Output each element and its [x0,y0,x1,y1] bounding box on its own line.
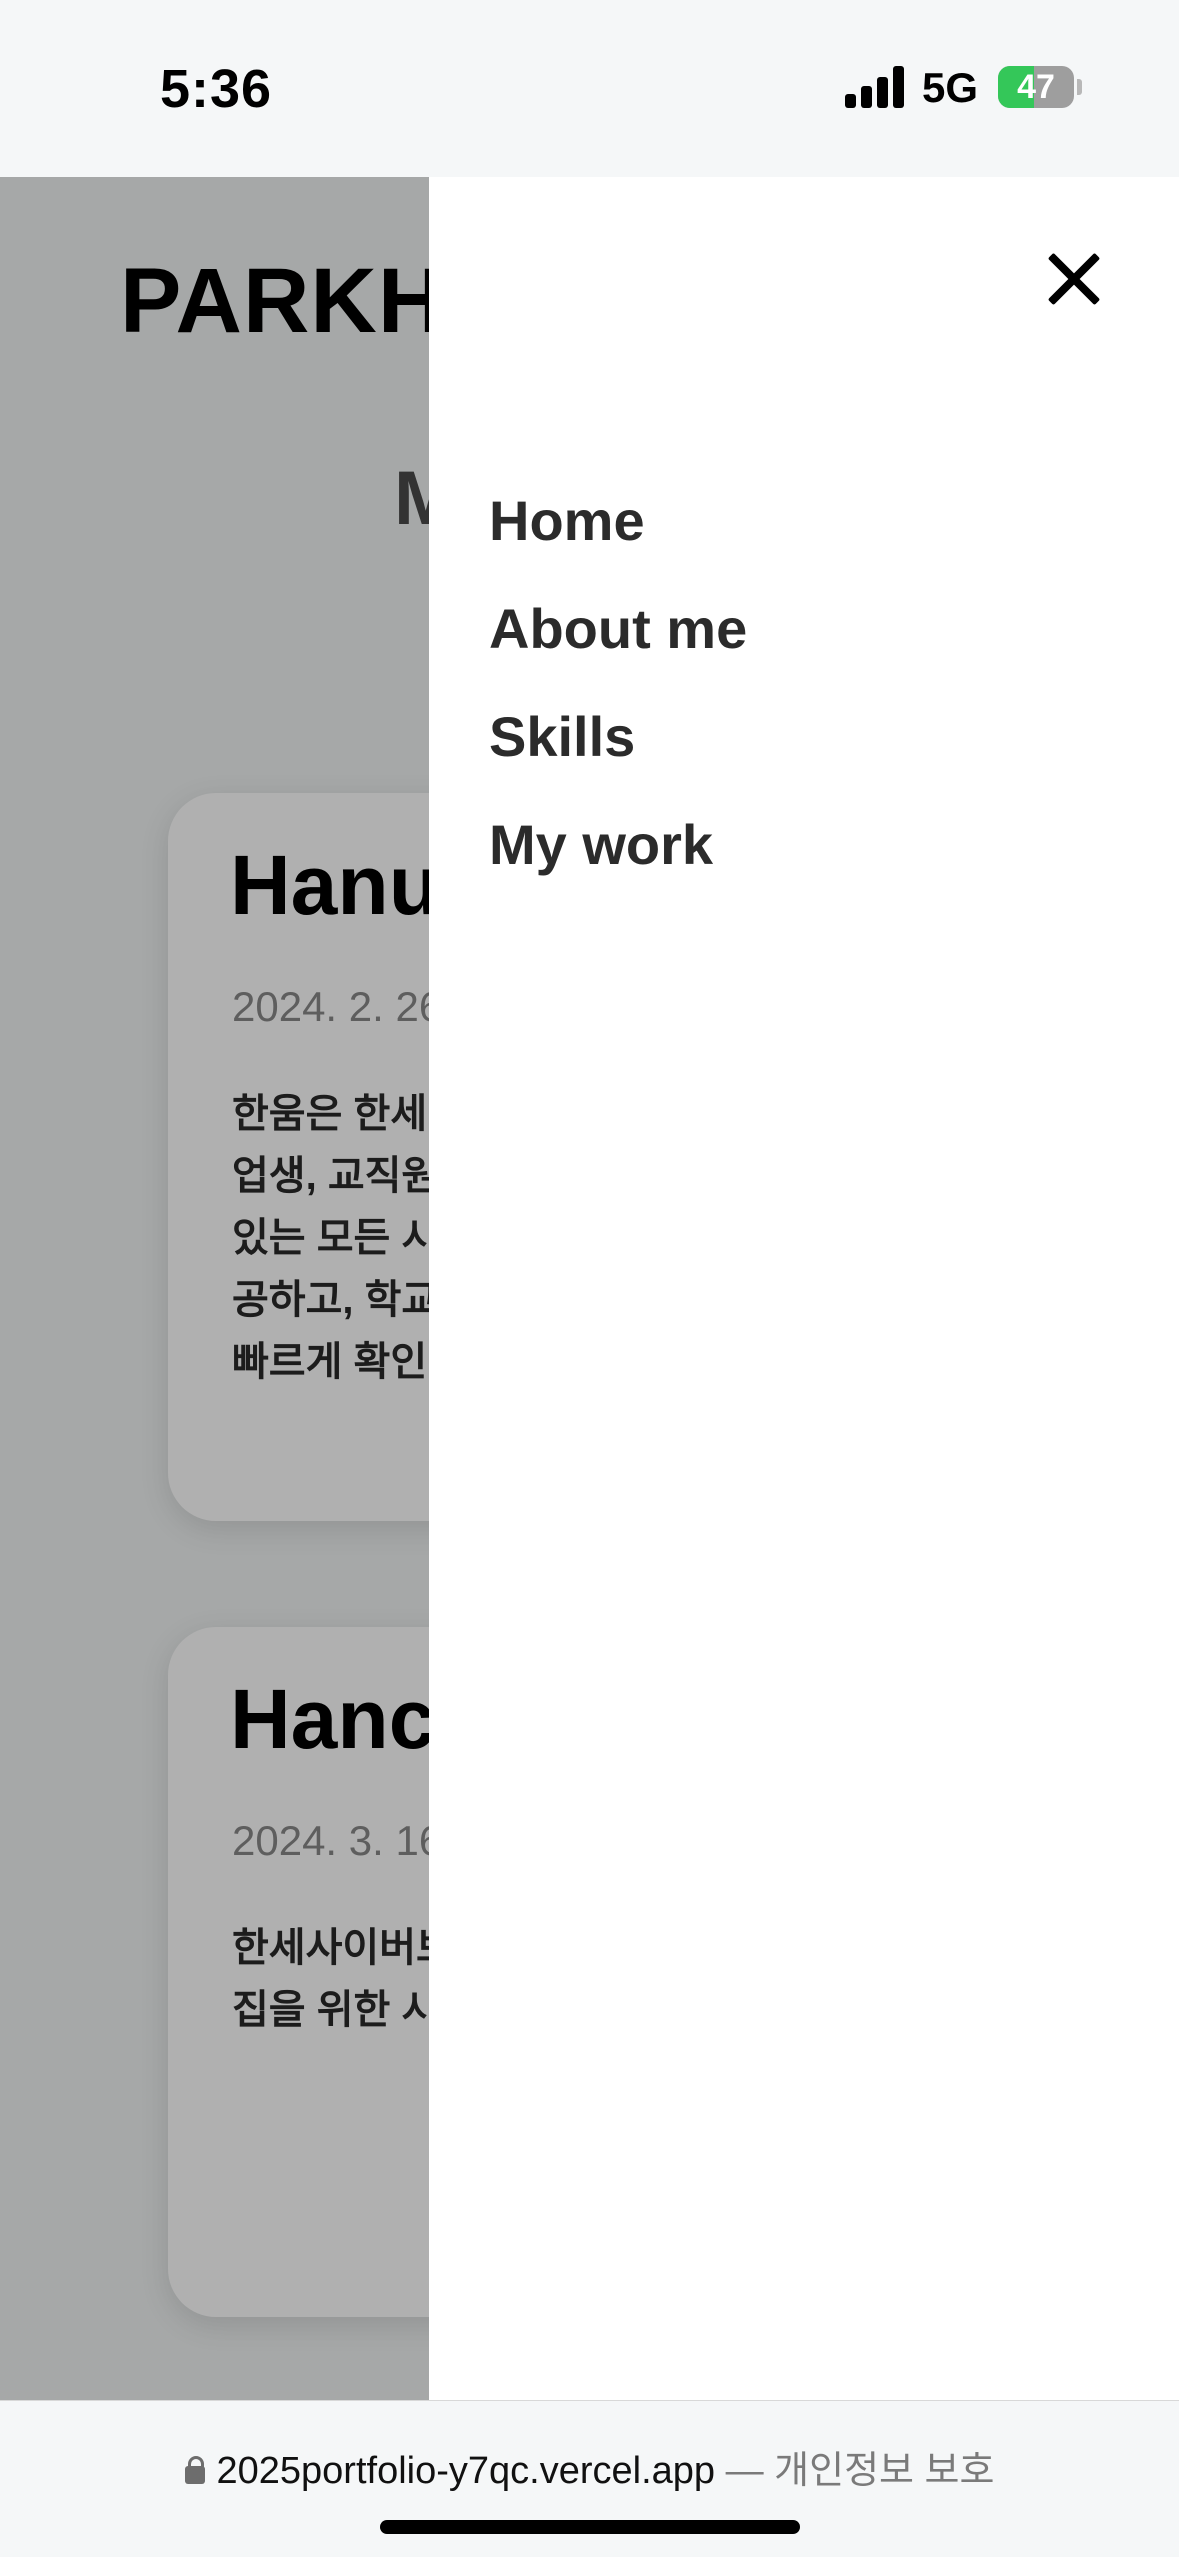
network-type: 5G [922,64,979,111]
lock-icon [184,2456,205,2484]
menu-item-home[interactable]: Home [489,467,747,575]
url-row[interactable]: 2025portfolio-y7qc.vercel.app — 개인정보 보호 [0,2439,1179,2494]
battery-icon: 47 [998,66,1074,108]
close-icon[interactable] [1047,252,1101,306]
home-indicator[interactable] [380,2520,800,2534]
menu-item-about-me[interactable]: About me [489,575,747,683]
status-bar: 5:36 5G 47 [0,0,1179,177]
battery-percent: 47 [1017,68,1055,106]
status-time: 5:36 [160,59,273,119]
project-title: Hanc [230,1672,436,1766]
url-host: 2025portfolio-y7qc.vercel.app [216,2450,716,2492]
project-date: 2024. 2. 26 [232,983,443,1030]
menu-item-my-work[interactable]: My work [489,791,747,899]
nav-drawer: Home About me Skills My work [429,177,1179,2400]
project-title: Hanu [230,838,440,932]
privacy-label: 개인정보 보호 [774,2450,995,2492]
drawer-menu: Home About me Skills My work [489,467,747,899]
cellular-signal-icon [845,66,905,108]
menu-item-skills[interactable]: Skills [489,683,747,791]
battery-tip [1077,79,1082,95]
project-date: 2024. 3. 16 [232,1817,443,1864]
url-separator: — [715,2450,775,2492]
